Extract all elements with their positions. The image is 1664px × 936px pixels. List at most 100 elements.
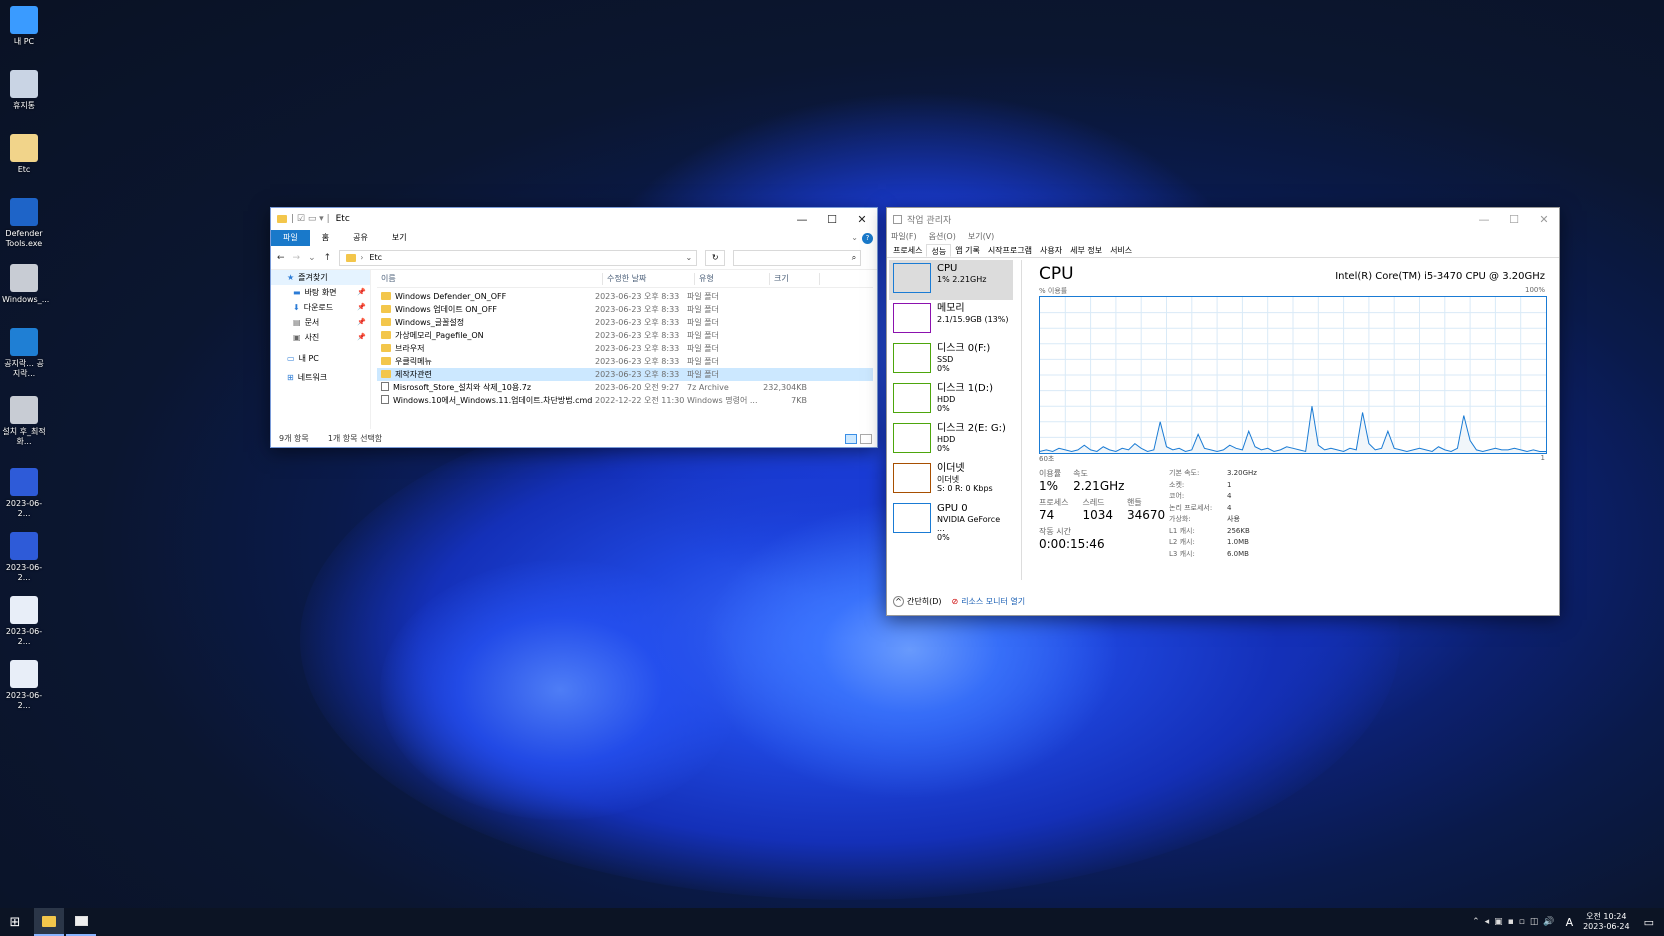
maximize-button[interactable]: ☐ xyxy=(1499,208,1529,230)
resource-item[interactable]: CPU 1% 2.21GHz xyxy=(889,260,1013,300)
table-row[interactable]: Misrosoft_Store_설치와 삭제_10용.7z 2023-06-20 … xyxy=(377,381,873,394)
large-icons-view-icon[interactable] xyxy=(860,434,872,444)
spec-value: 사용 xyxy=(1227,515,1240,523)
file-date: 2023-06-23 오후 8:33 xyxy=(595,344,680,353)
tab-home[interactable]: 홈 xyxy=(310,230,341,246)
desktop-icon-label: 설치 후_최적화... xyxy=(2,427,46,446)
tab-processes[interactable]: 프로세스 xyxy=(889,244,926,257)
nav-desktop[interactable]: ▬ 바탕 화면 📌 xyxy=(271,285,370,300)
file-name: 브라우저 xyxy=(395,344,425,353)
chevron-down-icon[interactable]: ⌄ xyxy=(847,230,862,246)
details-view-icon[interactable] xyxy=(845,434,857,444)
minimize-button[interactable]: — xyxy=(1469,208,1499,230)
nav-quick-access[interactable]: ★ 즐겨찾기 xyxy=(271,270,370,285)
back-arrow-icon[interactable]: ← xyxy=(277,253,285,263)
close-button[interactable]: ✕ xyxy=(1529,208,1559,230)
table-row[interactable]: 가상메모리_Pagefile_ON 2023-06-23 오후 8:33 파일 폴더 xyxy=(377,329,873,342)
column-name[interactable]: 이름 xyxy=(377,272,603,285)
desktop-icon-11[interactable]: 2023-06-2... xyxy=(2,660,46,711)
table-row[interactable]: Windows_글꼴설정 2023-06-23 오후 8:33 파일 폴더 xyxy=(377,316,873,329)
task-manager-window[interactable]: 작업 관리자 — ☐ ✕ 파일(F) 옵션(O) 보기(V) 프로세스 성능 앱… xyxy=(886,207,1560,616)
tab-file[interactable]: 파일 xyxy=(271,230,310,246)
maximize-button[interactable]: ☐ xyxy=(817,208,847,230)
desktop-icon-7[interactable]: 설치 후_최적화... xyxy=(2,396,46,447)
breadcrumb[interactable]: Etc xyxy=(369,253,382,262)
setup-optimize-icon xyxy=(10,396,38,424)
table-row[interactable]: Windows.10에서_Windows.11.업데이트.차단방법.cmd 202… xyxy=(377,394,873,407)
pin-icon[interactable]: 📌 xyxy=(357,330,366,345)
desktop-icon-1[interactable]: 내 PC xyxy=(2,6,46,47)
tab-services[interactable]: 서비스 xyxy=(1106,244,1136,257)
up-arrow-icon[interactable]: ↑ xyxy=(324,253,332,263)
column-size[interactable]: 크기 xyxy=(770,272,820,285)
minimize-button[interactable]: — xyxy=(787,208,817,230)
pin-icon[interactable]: 📌 xyxy=(357,285,366,300)
taskmgr-titlebar[interactable]: 작업 관리자 — ☐ ✕ xyxy=(887,208,1559,230)
refresh-button[interactable]: ↻ xyxy=(705,249,726,266)
notification-icon[interactable]: ▭ xyxy=(1644,916,1654,929)
nav-pictures[interactable]: ▣ 사진 📌 xyxy=(271,330,370,345)
tab-view[interactable]: 보기 xyxy=(380,230,419,246)
file-explorer-window[interactable]: | ☑ ▭ ▾ | Etc — ☐ ✕ 파일 홈 공유 보기 ⌄ ? ← → ⌄… xyxy=(270,207,878,448)
tab-performance[interactable]: 성능 xyxy=(926,244,952,257)
tab-share[interactable]: 공유 xyxy=(341,230,380,246)
start-windows-icon[interactable]: ⊞ xyxy=(0,915,30,930)
desktop-icon-9[interactable]: 2023-06-2... xyxy=(2,532,46,583)
folder-icon xyxy=(381,370,391,378)
process-value: 74 xyxy=(1039,508,1055,522)
close-button[interactable]: ✕ xyxy=(847,208,877,230)
table-row[interactable]: 브라우저 2023-06-23 오후 8:33 파일 폴더 xyxy=(377,342,873,355)
desktop-icon-6[interactable]: 공지락... 공지락... xyxy=(2,328,46,379)
column-date[interactable]: 수정한 날짜 xyxy=(603,272,695,285)
desktop-icon-4[interactable]: Defender Tools.exe xyxy=(2,198,46,249)
nav-documents[interactable]: ▤ 문서 📌 xyxy=(271,315,370,330)
system-tray[interactable]: ⌃◂▣▪▫◫🔊 xyxy=(1472,917,1559,927)
table-row[interactable]: 제작자관련 2023-06-23 오후 8:33 파일 폴더 xyxy=(377,368,873,381)
resource-thumbnail-graph xyxy=(893,343,931,373)
search-input[interactable]: ⌕ xyxy=(733,249,862,266)
spec-row: 가상화: 사용 xyxy=(1169,514,1257,526)
address-bar[interactable]: › Etc ⌄ xyxy=(339,249,698,266)
table-row[interactable]: Windows Defender_ON_OFF 2023-06-23 오후 8:3… xyxy=(377,290,873,303)
resource-monitor-link[interactable]: ⊘ 리소스 모니터 열기 xyxy=(951,596,1025,607)
quick-access-toolbar[interactable]: | ☑ ▭ ▾ | xyxy=(291,214,330,224)
fewer-details-button[interactable]: ^ 간단히(D) xyxy=(893,596,941,607)
forward-arrow-icon[interactable]: → xyxy=(293,253,301,263)
desktop-icon-2[interactable]: 휴지통 xyxy=(2,70,46,111)
desktop-icon-8[interactable]: 2023-06-2... xyxy=(2,468,46,519)
tab-startup[interactable]: 시작프로그램 xyxy=(984,244,1036,257)
menu-view[interactable]: 보기(V) xyxy=(968,230,994,244)
resource-item[interactable]: GPU 0 NVIDIA GeForce ... 0% xyxy=(889,500,1013,542)
menu-options[interactable]: 옵션(O) xyxy=(929,230,956,244)
help-icon[interactable]: ? xyxy=(862,232,873,244)
nav-network[interactable]: ⊞ 네트워크 xyxy=(271,370,370,385)
resource-text: GPU 0 NVIDIA GeForce ... 0% xyxy=(937,503,1009,542)
tab-users[interactable]: 사용자 xyxy=(1036,244,1066,257)
tab-app-history[interactable]: 앱 기록 xyxy=(951,244,984,257)
taskbar-explorer-button[interactable] xyxy=(34,908,64,936)
explorer-titlebar[interactable]: | ☑ ▭ ▾ | Etc — ☐ ✕ xyxy=(271,208,877,230)
desktop-icon-5[interactable]: Windows_... xyxy=(2,264,49,305)
resource-item[interactable]: 디스크 2(E: G:) HDD 0% xyxy=(889,420,1013,460)
desktop-icon-10[interactable]: 2023-06-2... xyxy=(2,596,46,647)
table-row[interactable]: Windows 업데이트 ON_OFF 2023-06-23 오후 8:33 파일 … xyxy=(377,303,873,316)
table-row[interactable]: 우클릭메뉴 2023-06-23 오후 8:33 파일 폴더 xyxy=(377,355,873,368)
file-date: 2023-06-23 오후 8:33 xyxy=(595,357,680,366)
nav-this-pc[interactable]: ▭ 내 PC xyxy=(271,351,370,366)
chevron-down-icon[interactable]: ⌄ xyxy=(681,253,696,262)
resource-item[interactable]: 디스크 1(D:) HDD 0% xyxy=(889,380,1013,420)
nav-downloads[interactable]: ⬇ 다운로드 📌 xyxy=(271,300,370,315)
tab-details[interactable]: 세부 정보 xyxy=(1066,244,1106,257)
menu-file[interactable]: 파일(F) xyxy=(891,230,917,244)
desktop-icon-3[interactable]: Etc xyxy=(2,134,46,175)
resource-item[interactable]: 이더넷 이더넷 S: 0 R: 0 Kbps xyxy=(889,460,1013,500)
pin-icon[interactable]: 📌 xyxy=(357,300,366,315)
resource-item[interactable]: 메모리 2.1/15.9GB (13%) xyxy=(889,300,1013,340)
recent-chevron-icon[interactable]: ⌄ xyxy=(308,253,316,263)
pin-icon[interactable]: 📌 xyxy=(357,315,366,330)
clock[interactable]: 오전 10:24 2023-06-24 xyxy=(1583,912,1630,932)
ime-indicator[interactable]: A xyxy=(1566,916,1574,929)
column-type[interactable]: 유형 xyxy=(695,272,770,285)
resource-item[interactable]: 디스크 0(F:) SSD 0% xyxy=(889,340,1013,380)
taskbar-taskmgr-button[interactable] xyxy=(66,908,96,936)
